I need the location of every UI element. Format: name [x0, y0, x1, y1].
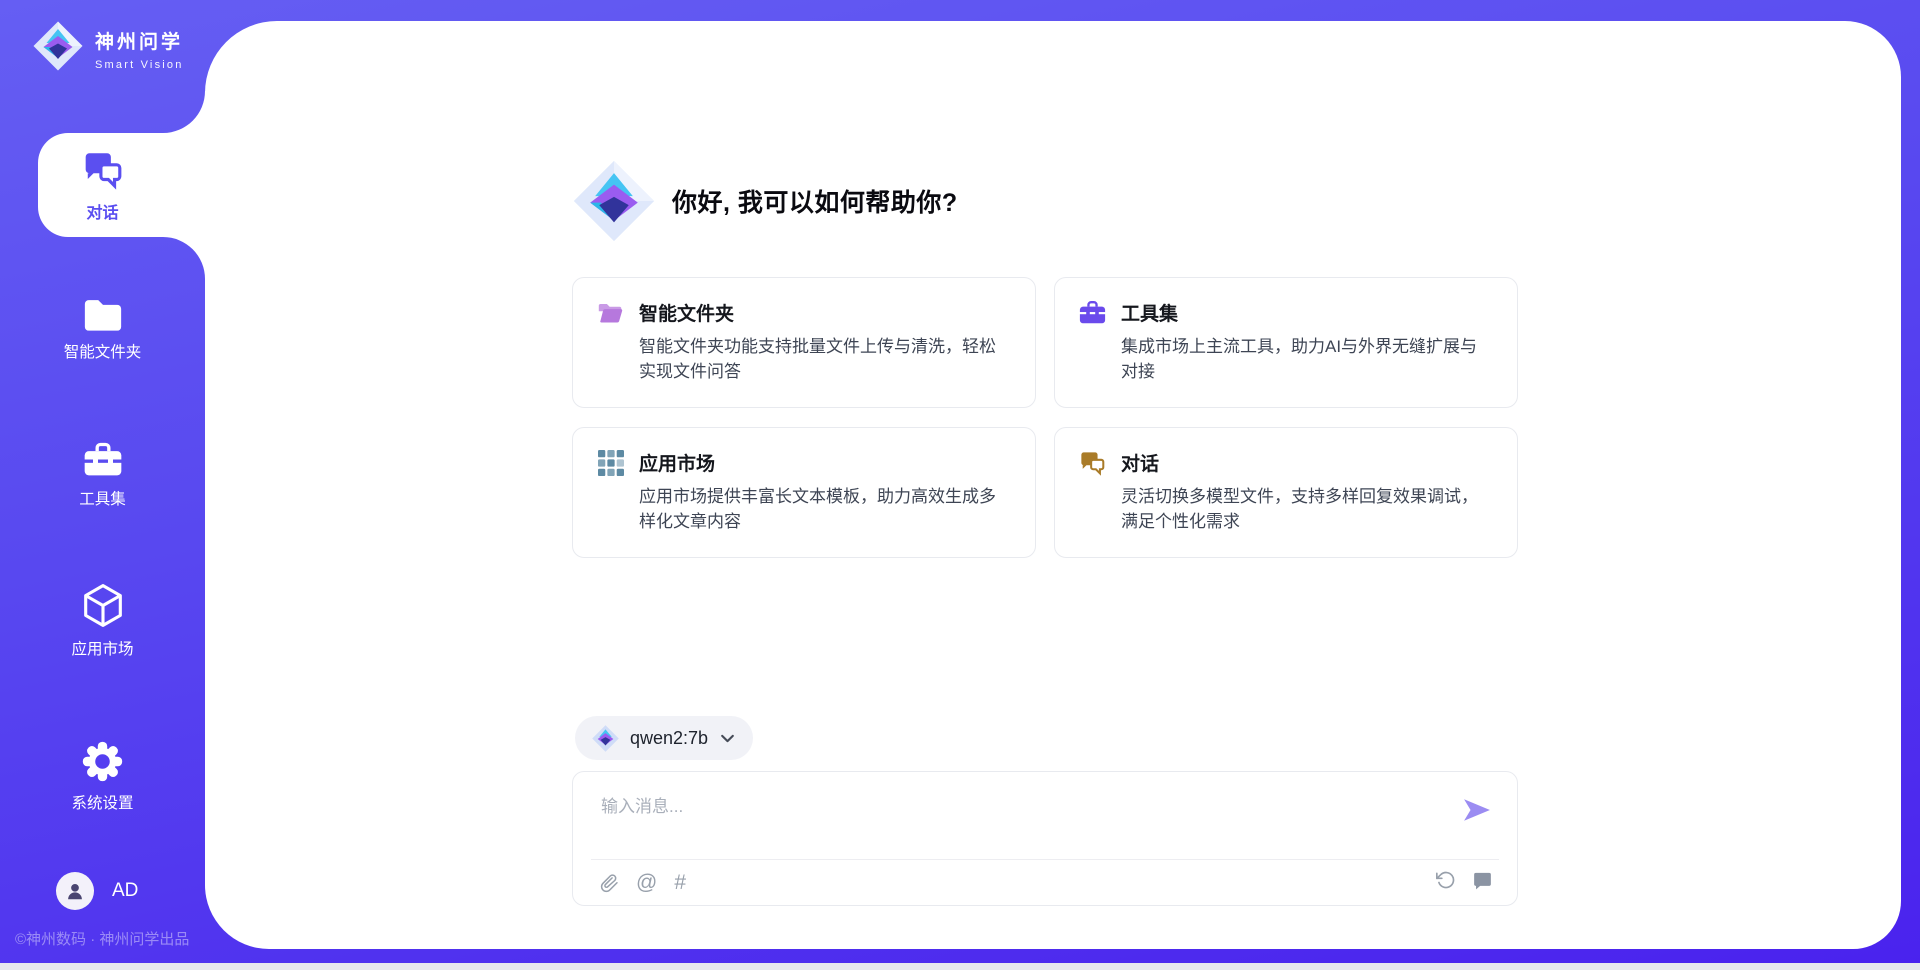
sidebar-item-label: 工具集 [79, 487, 126, 509]
card-title: 工具集 [1121, 299, 1178, 326]
sidebar-item-label: 智能文件夹 [64, 340, 142, 362]
message-input[interactable] [601, 787, 1441, 827]
toolbox-icon [83, 441, 123, 478]
greeting-text: 你好, 我可以如何帮助你? [672, 183, 958, 219]
brand-diamond-icon [573, 160, 655, 242]
sidebar-item-label: 应用市场 [71, 637, 133, 659]
folder-open-icon [597, 299, 624, 326]
card-description: 应用市场提供丰富长文本模板，助力高效生成多样化文章内容 [639, 484, 1007, 534]
composer-divider [591, 859, 1499, 860]
brand-diamond-icon [592, 725, 619, 752]
app-window: 神州问学 Smart Vision 对话 智能文件夹 工具集 [0, 0, 1920, 970]
brand-name-en: Smart Vision [95, 59, 184, 71]
send-icon[interactable] [1463, 799, 1491, 821]
grid-icon [597, 449, 624, 476]
brand-name-cn: 神州问学 [95, 27, 184, 54]
card-description: 灵活切换多模型文件，支持多样回复效果调试，满足个性化需求 [1121, 484, 1489, 534]
sidebar-item-label: 对话 [86, 199, 118, 223]
sidebar-item-settings[interactable]: 系统设置 [0, 741, 205, 813]
chat-icon [82, 148, 124, 190]
brand-diamond-icon [33, 21, 83, 71]
card-app-market[interactable]: 应用市场 应用市场提供丰富长文本模板，助力高效生成多样化文章内容 [572, 427, 1036, 558]
chat-icon [1079, 449, 1106, 476]
sidebar-item-label: 系统设置 [71, 791, 133, 813]
card-title: 智能文件夹 [639, 299, 734, 326]
card-title: 应用市场 [639, 449, 715, 476]
card-title: 对话 [1121, 449, 1159, 476]
sidebar-item-toolset[interactable]: 工具集 [0, 441, 205, 509]
copyright-text: ©神州数码 · 神州问学出品 [15, 928, 189, 949]
hash-icon[interactable]: # [674, 870, 686, 896]
at-icon[interactable]: @ [636, 870, 657, 896]
folder-icon [82, 296, 124, 331]
sidebar-item-chat[interactable]: 对话 [0, 148, 205, 223]
card-toolset[interactable]: 工具集 集成市场上主流工具，助力AI与外界无缝扩展与对接 [1054, 277, 1518, 408]
greeting-block: 你好, 我可以如何帮助你? [573, 160, 958, 242]
model-selector[interactable]: qwen2:7b [575, 716, 753, 760]
message-composer: @ # [572, 771, 1518, 906]
card-chat[interactable]: 对话 灵活切换多模型文件，支持多样回复效果调试，满足个性化需求 [1054, 427, 1518, 558]
card-description: 智能文件夹功能支持批量文件上传与清洗，轻松实现文件问答 [639, 334, 1007, 384]
cube-icon [82, 583, 124, 628]
chevron-down-icon [719, 730, 736, 747]
user-name: AD [112, 880, 138, 902]
paperclip-icon[interactable] [600, 873, 619, 894]
history-icon[interactable] [1436, 870, 1456, 890]
comment-icon[interactable] [1473, 871, 1492, 890]
card-description: 集成市场上主流工具，助力AI与外界无缝扩展与对接 [1121, 334, 1489, 384]
card-smart-folder[interactable]: 智能文件夹 智能文件夹功能支持批量文件上传与清洗，轻松实现文件问答 [572, 277, 1036, 408]
app-logo: 神州问学 Smart Vision [33, 21, 184, 71]
window-bottom-edge [0, 963, 1920, 970]
feature-cards: 智能文件夹 智能文件夹功能支持批量文件上传与清洗，轻松实现文件问答 [572, 277, 1518, 558]
sidebar-item-smart-folder[interactable]: 智能文件夹 [0, 296, 205, 362]
main-content: 你好, 我可以如何帮助你? 智能文件夹 智能文件夹功能支持批量文件上传与清洗，轻… [205, 21, 1901, 949]
avatar [56, 872, 94, 910]
toolbox-icon [1079, 299, 1106, 326]
gear-icon [82, 741, 123, 782]
sidebar-item-app-market[interactable]: 应用市场 [0, 583, 205, 659]
model-name: qwen2:7b [630, 728, 708, 749]
person-icon [64, 880, 86, 902]
user-account[interactable]: AD [56, 872, 138, 910]
